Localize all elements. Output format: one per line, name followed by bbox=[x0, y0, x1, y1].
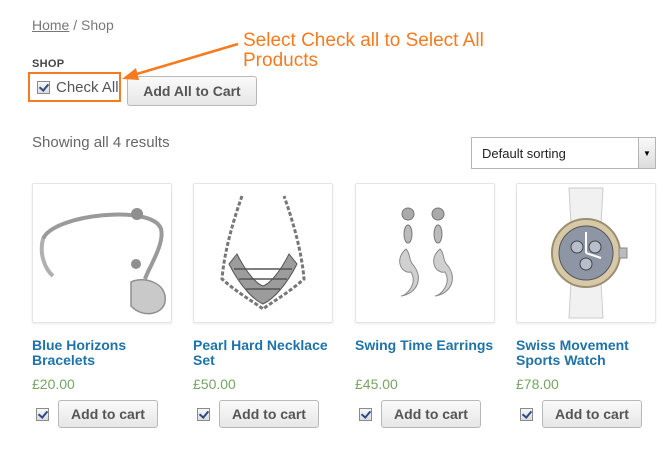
breadcrumb-home-link[interactable]: Home bbox=[32, 17, 69, 33]
product-price: £78.00 bbox=[516, 376, 559, 392]
add-to-cart-button[interactable]: Add to cart bbox=[219, 400, 319, 428]
dropdown-arrow-icon[interactable]: ▼ bbox=[638, 138, 655, 168]
product-image-bracelet[interactable] bbox=[32, 183, 172, 323]
results-count: Showing all 4 results bbox=[32, 134, 170, 151]
breadcrumb-current: Shop bbox=[81, 17, 114, 33]
annotation-text: Select Check all to Select All Products bbox=[243, 30, 484, 71]
product-image-necklace[interactable] bbox=[193, 183, 333, 323]
product-image-watch[interactable] bbox=[516, 183, 656, 323]
sorting-select[interactable]: Default sorting ▼ bbox=[471, 137, 656, 169]
annotation-arrow-icon bbox=[122, 42, 239, 80]
product-checkbox[interactable] bbox=[36, 407, 49, 421]
add-to-cart-button[interactable]: Add to cart bbox=[58, 400, 158, 428]
product-name[interactable]: Blue Horizons Bracelets bbox=[32, 338, 172, 370]
add-to-cart-button[interactable]: Add to cart bbox=[542, 400, 642, 428]
product-name[interactable]: Pearl Hard Necklace Set bbox=[193, 338, 333, 370]
product-card: Swiss Movement Sports Watch £78.00 Add t… bbox=[516, 183, 656, 428]
product-checkbox[interactable] bbox=[520, 407, 533, 421]
product-card: Pearl Hard Necklace Set £50.00 Add to ca… bbox=[193, 183, 333, 428]
product-name[interactable]: Swing Time Earrings bbox=[355, 338, 495, 370]
product-image-earrings[interactable] bbox=[355, 183, 495, 323]
breadcrumb-separator: / bbox=[69, 17, 82, 33]
breadcrumb: Home / Shop bbox=[32, 17, 114, 33]
page-title: SHOP bbox=[32, 58, 65, 70]
check-all-label[interactable]: Check All bbox=[56, 79, 119, 96]
product-name[interactable]: Swiss Movement Sports Watch bbox=[516, 338, 656, 370]
product-price: £50.00 bbox=[193, 376, 236, 392]
product-price: £20.00 bbox=[32, 376, 75, 392]
sorting-selected: Default sorting bbox=[482, 145, 566, 161]
product-card: Swing Time Earrings £45.00 Add to cart bbox=[355, 183, 495, 428]
check-all-highlight[interactable]: Check All bbox=[28, 72, 121, 102]
product-checkbox[interactable] bbox=[197, 407, 210, 421]
product-card: Blue Horizons Bracelets £20.00 Add to ca… bbox=[32, 183, 172, 428]
add-to-cart-button[interactable]: Add to cart bbox=[381, 400, 481, 428]
check-all-checkbox[interactable] bbox=[37, 80, 50, 94]
product-checkbox[interactable] bbox=[359, 407, 372, 421]
product-price: £45.00 bbox=[355, 376, 398, 392]
